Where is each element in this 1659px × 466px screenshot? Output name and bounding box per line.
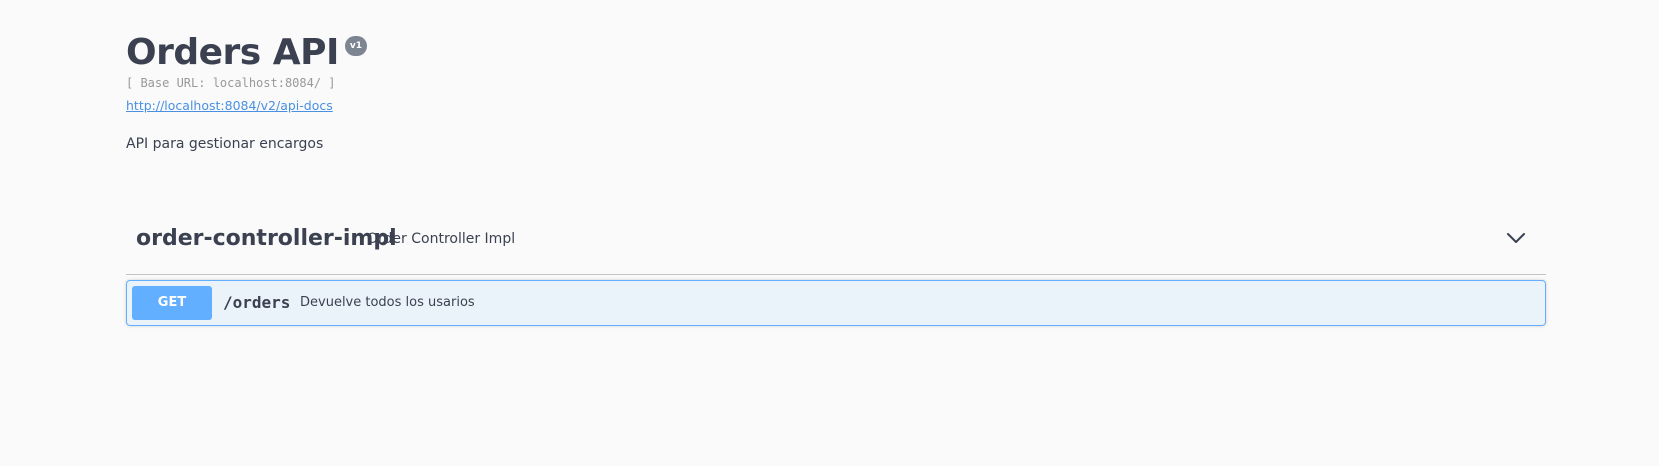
tag-name: order-controller-impl	[136, 226, 397, 251]
tag-description: Order Controller Impl	[367, 231, 516, 247]
operation-summary: Devuelve todos los usarios	[300, 295, 475, 310]
operation-path: /orders	[223, 293, 291, 312]
tag-header-order-controller-impl[interactable]: order-controller-impl Order Controller I…	[126, 210, 1546, 275]
operation-get-orders[interactable]: GET /orders Devuelve todos los usarios	[126, 280, 1546, 326]
chevron-down-icon[interactable]	[1506, 228, 1526, 248]
api-description: API para gestionar encargos	[126, 136, 324, 152]
api-docs-link[interactable]: http://localhost:8084/v2/api-docs	[126, 98, 333, 113]
base-url: [ Base URL: localhost:8084/ ]	[126, 76, 336, 90]
api-title-row: Orders API v1	[126, 30, 368, 76]
api-title: Orders API	[126, 32, 339, 73]
http-method-badge: GET	[132, 286, 212, 320]
version-badge: v1	[344, 36, 368, 56]
